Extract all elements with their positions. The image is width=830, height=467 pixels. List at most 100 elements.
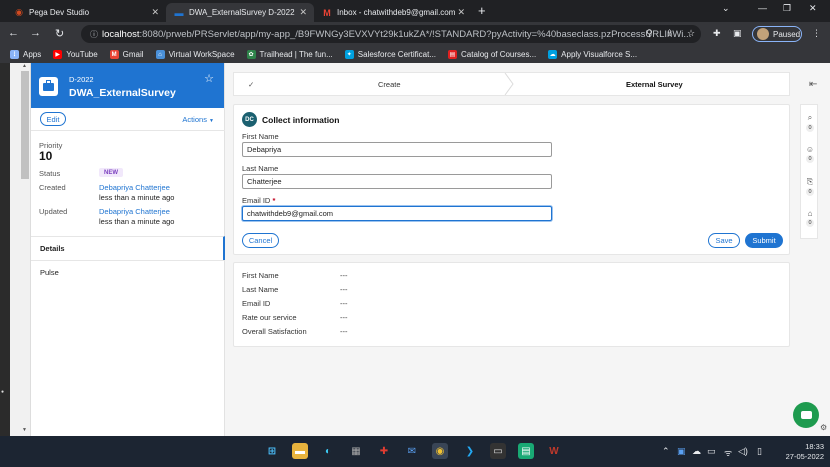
follow-star-icon[interactable]: ☆: [204, 72, 214, 85]
bookmark-apply-visualforce[interactable]: ☁ Apply Visualforce S...: [548, 50, 637, 59]
terminal-icon[interactable]: ▭: [490, 443, 506, 459]
file-explorer-icon[interactable]: ▬: [292, 443, 308, 459]
stage-create: Create: [378, 79, 401, 89]
paperclip-icon: ⌕: [807, 113, 813, 122]
briefcase-icon: [39, 77, 58, 96]
updated-by-link[interactable]: Debapriya Chatterjee: [99, 207, 170, 216]
tray-app-icon[interactable]: ▣: [677, 446, 686, 457]
email-id-label-text: Email ID: [242, 196, 271, 205]
email-id-input[interactable]: [242, 206, 552, 221]
site-info-icon[interactable]: ⓘ: [90, 29, 98, 40]
gear-icon[interactable]: ⚙: [820, 423, 827, 432]
pega-app-area: ● ▲ ▼ D-2022 DWA_ExternalSurvey ☆ Edit A…: [0, 63, 830, 436]
close-tab-icon[interactable]: ✕: [457, 7, 465, 18]
new-tab-plus-icon[interactable]: +: [478, 3, 486, 18]
restore-window-icon[interactable]: ❐: [783, 3, 791, 14]
edge-browser-icon[interactable]: ◐: [320, 443, 336, 459]
scroll-up-icon[interactable]: ▲: [22, 63, 27, 69]
followers-icon: ☺: [805, 145, 815, 154]
stage-completed-check-icon: ✓: [248, 79, 255, 89]
chrome-icon[interactable]: ◉: [432, 443, 448, 459]
left-dark-gutter: ●: [0, 63, 10, 436]
forward-arrow-icon[interactable]: →: [30, 27, 41, 39]
summary-label: Last Name: [242, 285, 279, 294]
tab-search-chevron-icon[interactable]: ⌄: [722, 3, 730, 14]
bookmark-gmail[interactable]: M Gmail: [109, 50, 144, 59]
address-bar-input[interactable]: ⓘ localhost:8080/prweb/PRServlet/app/my-…: [81, 25, 701, 43]
tray-battery-icon[interactable]: ▭: [707, 446, 716, 457]
bookmark-catalog-of-courses[interactable]: ▤ Catalog of Courses...: [448, 50, 536, 59]
volume-icon[interactable]: ◁): [738, 446, 748, 457]
close-tab-icon[interactable]: ✕: [151, 7, 159, 18]
profile-button[interactable]: Paused: [752, 26, 802, 42]
required-marker: *: [272, 196, 276, 205]
chat-launcher-button[interactable]: [793, 402, 819, 428]
browser-tab-external-survey[interactable]: ▬ DWA_ExternalSurvey D-2022 ✕: [166, 3, 314, 22]
extensions-puzzle-icon[interactable]: ✚: [713, 28, 721, 39]
back-arrow-icon[interactable]: ←: [8, 27, 19, 39]
bookmark-label: Trailhead | The fun...: [259, 50, 333, 59]
browser-tab-pega-dev-studio[interactable]: ◉ Pega Dev Studio ✕: [6, 3, 166, 22]
url-host: localhost: [102, 28, 140, 40]
app-w-icon[interactable]: W: [546, 443, 562, 459]
bookmark-virtual-workspace[interactable]: ⌂ Virtual WorkSpace: [155, 50, 235, 59]
scrollbar-thumb[interactable]: [21, 71, 29, 179]
attachments-count: 0: [806, 124, 814, 132]
gutter-marker-icon: ●: [1, 389, 5, 395]
zoom-icon[interactable]: ⚲: [646, 28, 653, 39]
visualforce-icon: ☁: [548, 50, 558, 59]
vertical-scrollbar[interactable]: ▲ ▼: [10, 63, 31, 436]
gift-icon[interactable]: ✚: [376, 443, 392, 459]
onedrive-cloud-icon[interactable]: ☁: [692, 446, 701, 457]
scroll-down-icon[interactable]: ▼: [22, 427, 27, 433]
bookmark-label: Apps: [23, 50, 42, 59]
summary-value: ---: [340, 313, 348, 322]
save-button[interactable]: Save: [708, 233, 740, 248]
reload-icon[interactable]: ↻: [55, 27, 64, 40]
wifi-icon[interactable]: ᯤ: [724, 446, 732, 459]
last-name-input[interactable]: [242, 174, 552, 189]
edit-button[interactable]: Edit: [40, 112, 66, 126]
battery-charging-icon[interactable]: ▯: [757, 446, 762, 457]
apps-grid-icon: ⋮: [10, 50, 19, 59]
tray-chevron-up-icon[interactable]: ⌃: [662, 446, 670, 457]
browser-menu-icon[interactable]: ⋮: [812, 28, 821, 39]
vscode-icon[interactable]: ❯: [462, 443, 478, 459]
actions-menu-button[interactable]: Actions ▼: [182, 115, 214, 124]
close-window-icon[interactable]: ✕: [809, 3, 817, 14]
avatar: DC: [242, 112, 257, 127]
nav-item-label: Pulse: [40, 268, 59, 277]
nav-item-pulse[interactable]: Pulse: [31, 260, 225, 284]
share-icon[interactable]: ⇪: [666, 28, 674, 39]
tags-utility[interactable]: ⌂ 0: [801, 209, 819, 227]
taskbar-clock[interactable]: 18:33 27-05-2022: [780, 442, 824, 462]
bookmark-salesforce-certification[interactable]: ✦ Salesforce Certificat...: [344, 50, 436, 59]
close-tab-icon[interactable]: ✕: [299, 7, 307, 18]
browser-tab-label: Inbox - chatwithdeb9@gmail.com: [337, 8, 456, 17]
attachments-utility[interactable]: ⌕ 0: [801, 113, 819, 132]
store-icon[interactable]: ▦: [348, 443, 364, 459]
bookmark-apps[interactable]: ⋮ Apps: [10, 50, 41, 59]
bookmark-label: Catalog of Courses...: [461, 50, 537, 59]
bookmark-star-icon[interactable]: ☆: [687, 28, 695, 39]
collapse-panel-arrow-icon[interactable]: ⇤: [809, 79, 817, 90]
nav-item-details[interactable]: Details: [31, 236, 225, 260]
stage-progress-bar: ✓ Create External Survey: [233, 72, 790, 96]
related-cases-utility[interactable]: ⎘ 0: [801, 177, 819, 196]
submit-button[interactable]: Submit: [745, 233, 783, 248]
bookmark-youtube[interactable]: ▶ YouTube: [53, 50, 98, 59]
bookmark-trailhead[interactable]: ✿ Trailhead | The fun...: [246, 50, 333, 59]
cancel-button[interactable]: Cancel: [242, 233, 279, 248]
summary-label: First Name: [242, 271, 279, 280]
browser-tab-gmail-inbox[interactable]: M Inbox - chatwithdeb9@gmail.com ✕: [314, 3, 472, 22]
windows-start-icon[interactable]: ⊞: [264, 443, 280, 459]
created-by-link[interactable]: Debapriya Chatterjee: [99, 183, 170, 192]
minimize-window-icon[interactable]: —: [758, 3, 767, 13]
stage-separator-chevron-icon: [504, 73, 514, 95]
mail-icon[interactable]: ✉: [404, 443, 420, 459]
first-name-input[interactable]: [242, 142, 552, 157]
notepad-icon[interactable]: ▤: [518, 443, 534, 459]
side-panel-icon[interactable]: ▣: [733, 28, 742, 39]
followers-utility[interactable]: ☺ 0: [801, 145, 819, 163]
chat-bubble-icon: [800, 411, 812, 419]
